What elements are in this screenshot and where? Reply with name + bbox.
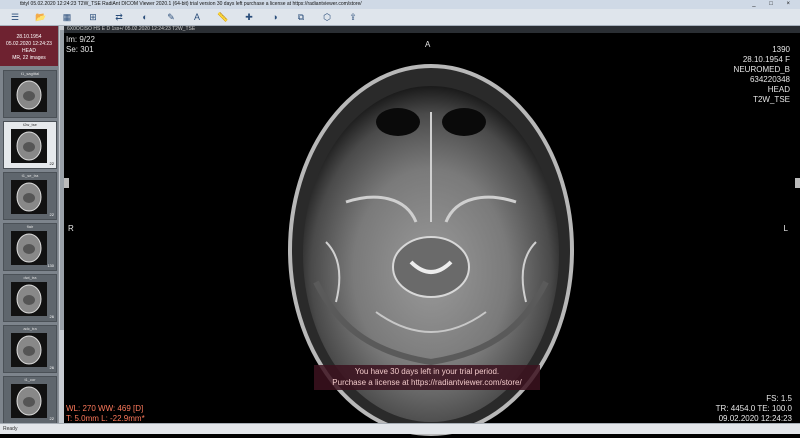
series-description: t1_se_tra xyxy=(21,173,39,178)
series-preview-image xyxy=(11,231,47,265)
series-description: t2w_tse xyxy=(23,122,37,127)
series-thumbnail[interactable]: flair 130 xyxy=(3,223,57,271)
trial-days-text: You have 30 days left in your trial peri… xyxy=(354,367,500,376)
series-thumbnail[interactable]: t1_sagittal xyxy=(3,70,57,118)
orientation-top: A xyxy=(425,40,431,49)
accession: 634220348 xyxy=(749,75,790,84)
series-preview-image xyxy=(11,384,47,418)
viewer-header-text: 6X0OCISO HS E D 1ss+/ 05.02.2020 12:24:2… xyxy=(67,26,196,32)
series-image-count: 22 xyxy=(49,416,54,421)
layout-button[interactable]: ☰ xyxy=(4,11,26,23)
tr-te-readout: TR: 4454.0 TE: 100.0 xyxy=(715,404,792,413)
viewer-header: 6X0OCISO HS E D 1ss+/ 05.02.2020 12:24:2… xyxy=(64,26,800,33)
status-bar: Ready xyxy=(0,423,800,434)
overlay-top-left: Im: 9/22 Se: 301 xyxy=(66,35,95,55)
series-thumbnail[interactable]: t2w_tse 22 xyxy=(3,121,57,169)
series-image-count: 22 xyxy=(49,212,54,217)
contrast-button[interactable]: ◑ xyxy=(264,11,286,23)
image-index: Im: 9/22 xyxy=(66,35,95,44)
grid-button[interactable]: ⊞ xyxy=(82,11,104,23)
body-part: HEAD xyxy=(767,85,790,94)
series-thumbnail[interactable]: t1_cor 22 xyxy=(3,376,57,424)
series-preview-image xyxy=(11,333,47,367)
ruler-button[interactable]: 📏 xyxy=(212,11,234,23)
series-image-count: 130 xyxy=(47,263,54,268)
open-folder-button[interactable]: 📂 xyxy=(30,11,52,23)
series-thumbnail[interactable]: dwi_tra 26 xyxy=(3,274,57,322)
window-title: tbtyl 05.02.2020 12:24:23 T2W_TSE RadiAn… xyxy=(20,1,362,7)
series-description: t1_sagittal xyxy=(20,71,40,76)
text-button[interactable]: A xyxy=(186,11,208,23)
series-description: dwi_tra xyxy=(23,275,37,280)
series-image-count: 26 xyxy=(49,365,54,370)
institution: NEUROMED_B xyxy=(733,65,790,74)
overlay-top-right: 1390 28.10.1954 F NEUROMED_B 634220348 H… xyxy=(734,45,790,105)
export-button[interactable]: ⇪ xyxy=(342,11,364,23)
patient-image-count: MR, 22 images xyxy=(12,55,46,61)
series-preview-image xyxy=(11,180,47,214)
patient-study-date: 05.02.2020 12:24:23 xyxy=(6,41,52,47)
series-number: Se: 301 xyxy=(66,45,94,54)
crosshair-button[interactable]: ✚ xyxy=(238,11,260,23)
patient-birthdate: 28.10.1954 xyxy=(16,34,42,40)
status-text: Ready xyxy=(3,426,18,432)
patient-dob-sex: 28.10.1954 F xyxy=(742,55,790,64)
window-level-readout: WL: 270 WW: 469 [D] xyxy=(66,404,144,413)
3d-button[interactable]: ⬡ xyxy=(316,11,338,23)
next-image-handle[interactable] xyxy=(795,178,800,188)
main-toolbar: ☰ 📂 ▦ ⊞ ⇄ ◐ ✎ A 📏 ✚ ◑ ⧉ ⬡ ⇪ xyxy=(0,9,800,26)
patient-bodypart: HEAD xyxy=(22,48,36,54)
overlay-bottom-right: FS: 1.5 TR: 4454.0 TE: 100.0 09.02.2020 … xyxy=(716,394,792,424)
series-preview-image xyxy=(11,129,47,163)
series-button[interactable]: ▦ xyxy=(56,11,78,23)
patient-id: 1390 xyxy=(772,45,790,54)
orientation-left: R xyxy=(68,224,74,233)
series-thumbnail[interactable]: t1_se_tra 22 xyxy=(3,172,57,220)
window-level-button[interactable]: ◐ xyxy=(134,11,156,23)
image-viewport[interactable]: Im: 9/22 Se: 301 1390 28.10.1954 F NEURO… xyxy=(64,33,800,436)
trial-notice: You have 30 days left in your trial peri… xyxy=(314,365,540,390)
series-description: flair xyxy=(26,224,34,229)
series-preview-image xyxy=(11,78,47,112)
trial-purchase-text: Purchase a license at https://radiantvie… xyxy=(332,378,522,387)
series-description: adc_tra xyxy=(23,326,37,331)
series-preview-image xyxy=(11,282,47,316)
window-controls[interactable]: _ □ × xyxy=(752,0,796,9)
series-image-count: 22 xyxy=(49,161,54,166)
orientation-right: L xyxy=(783,224,788,233)
series-thumbnail[interactable]: adc_tra 26 xyxy=(3,325,57,373)
series-description: t1_cor xyxy=(24,377,36,382)
compare-button[interactable]: ⇄ xyxy=(108,11,130,23)
sequence: T2W_TSE xyxy=(753,95,790,104)
field-strength: FS: 1.5 xyxy=(766,394,792,403)
fusion-button[interactable]: ⧉ xyxy=(290,11,312,23)
prev-image-handle[interactable] xyxy=(64,178,69,188)
measure-button[interactable]: ✎ xyxy=(160,11,182,23)
patient-card[interactable]: 28.10.1954 05.02.2020 12:24:23 HEAD MR, … xyxy=(0,26,58,66)
overlay-bottom-left: WL: 270 WW: 469 [D] T: 5.0mm L: -22.9mm* xyxy=(66,404,145,424)
series-image-count: 26 xyxy=(49,314,54,319)
